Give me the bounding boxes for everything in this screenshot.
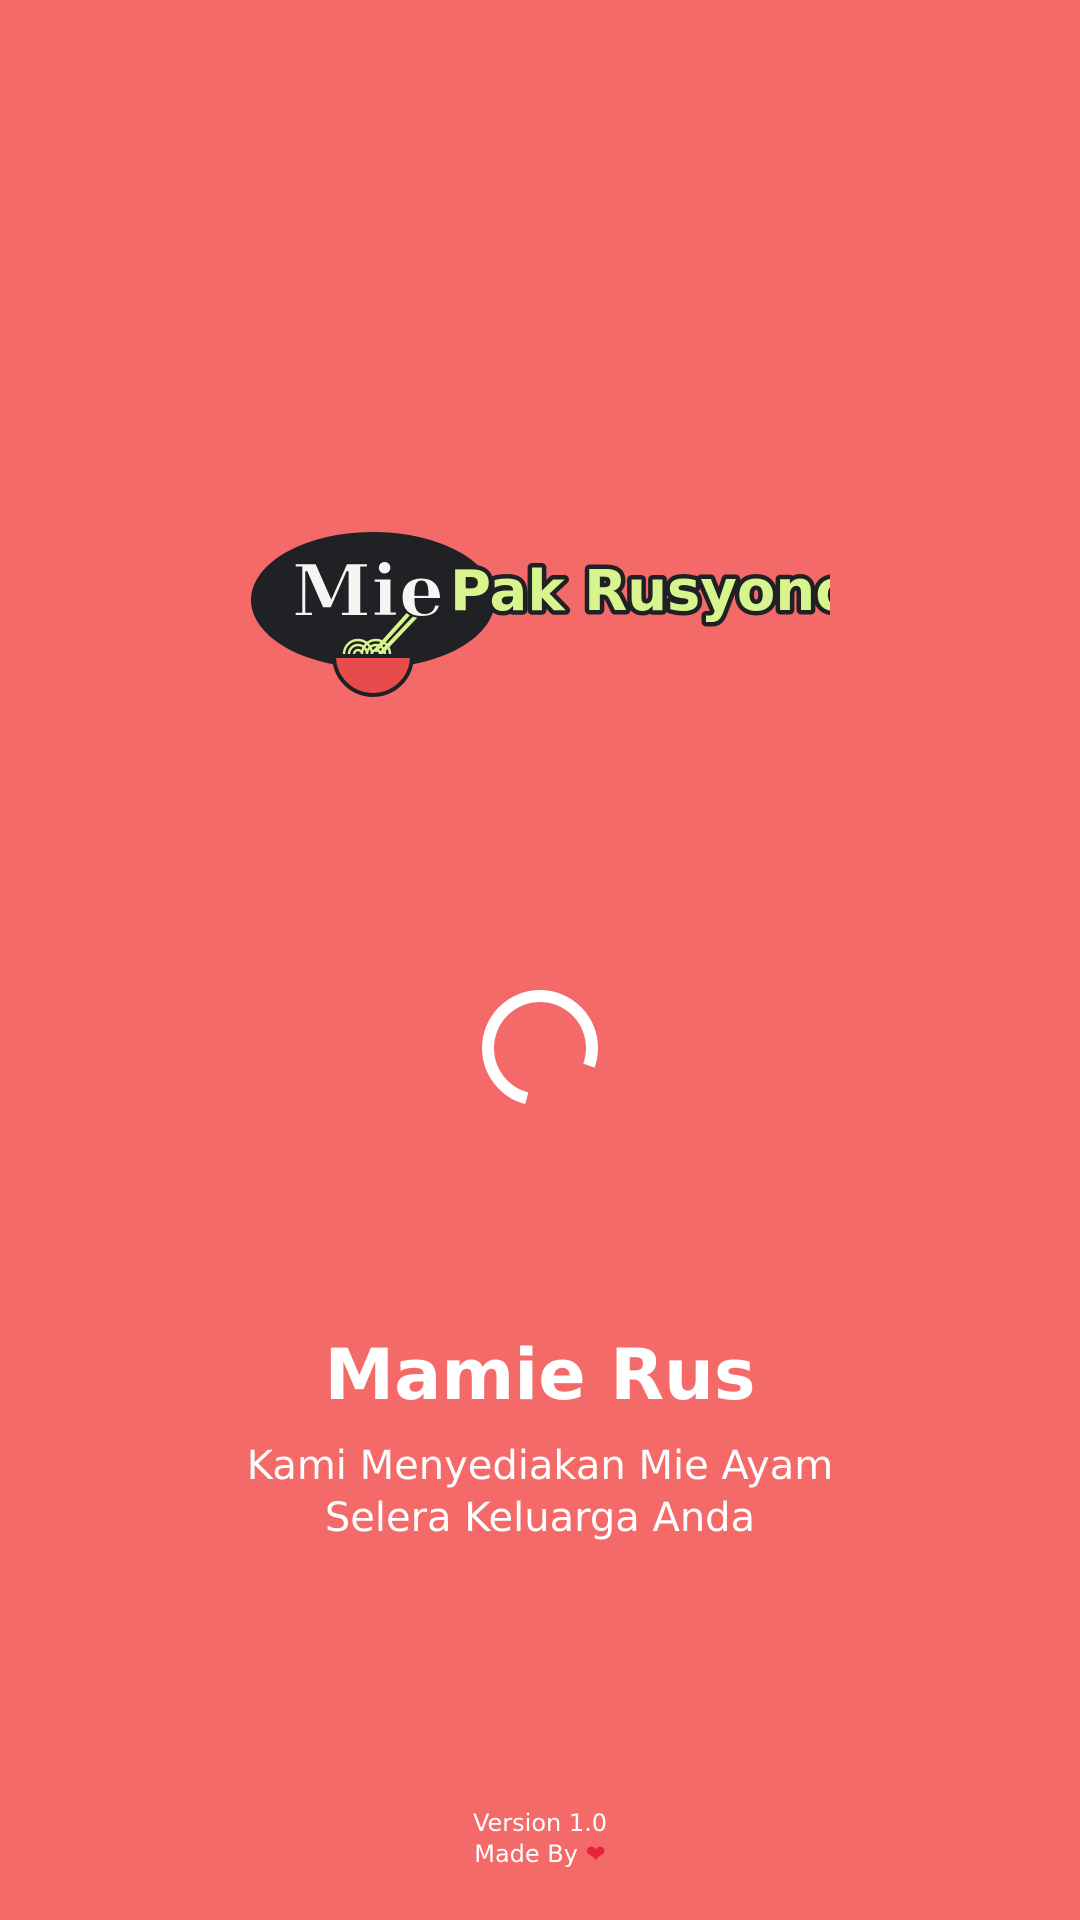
version-label: Version 1.0 (472, 1809, 608, 1837)
footer: Version 1.0 Made By ❤ (0, 1808, 1080, 1870)
tagline-line-1: Kami Menyediakan Mie Ayam (246, 1443, 834, 1489)
app-tagline: Kami Menyediakan Mie Ayam Selera Keluarg… (140, 1440, 940, 1544)
logo-word-mie: Mie (292, 548, 445, 633)
heart-icon: ❤ (585, 1840, 606, 1868)
app-name: Mamie Rus (324, 1334, 756, 1416)
made-by-label: Made By ❤ (0, 1839, 1080, 1870)
tagline-line-2: Selera Keluarga Anda (324, 1495, 756, 1541)
brand-logo: Mie Pak Rusyono Pak Rusyono (250, 530, 830, 715)
splash-screen: Mie Pak Rusyono Pak Rusyono Mamie Rus Ka… (0, 0, 1080, 1920)
logo-word-brand: Pak Rusyono (450, 559, 830, 624)
loading-spinner-icon (479, 987, 601, 1109)
made-by-text: Made By (474, 1840, 578, 1868)
